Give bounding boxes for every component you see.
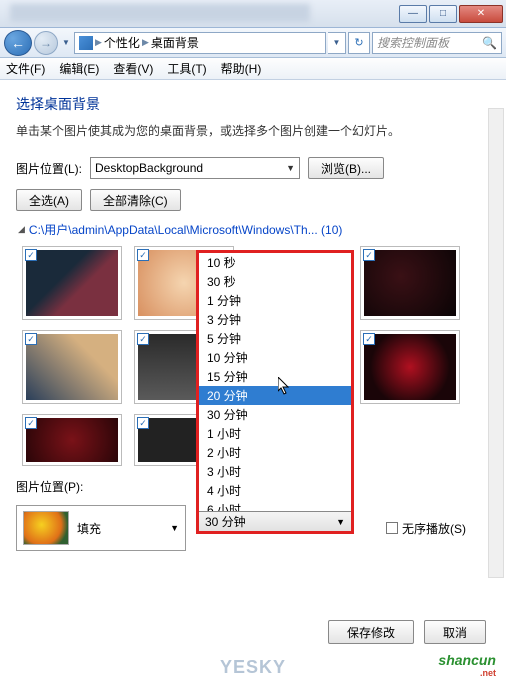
minimize-button[interactable]: — — [399, 5, 427, 23]
watermark: YESKY — [0, 657, 506, 678]
pic-location-combo[interactable]: DesktopBackground ▼ — [90, 157, 300, 179]
thumb-checkbox[interactable]: ✓ — [363, 249, 375, 261]
menu-tools[interactable]: 工具(T) — [167, 60, 206, 77]
pic-location-value: DesktopBackground — [95, 161, 203, 175]
interval-option[interactable]: 1 小时 — [199, 424, 351, 443]
menu-help[interactable]: 帮助(H) — [221, 60, 262, 77]
thumb-checkbox[interactable]: ✓ — [25, 417, 37, 429]
watermark-side-text: shancun — [438, 652, 496, 668]
navbar: ← → ▼ ▶ 个性化 ▶ 桌面背景 ▼ ↻ 搜索控制面板 🔍 — [0, 28, 506, 58]
interval-combo[interactable]: 30 分钟 ▼ — [199, 511, 351, 531]
thumb-image — [364, 334, 456, 400]
chevron-down-icon: ▼ — [170, 523, 179, 533]
search-icon: 🔍 — [482, 36, 497, 50]
thumb-checkbox[interactable]: ✓ — [25, 249, 37, 261]
thumb-checkbox[interactable]: ✓ — [25, 333, 37, 345]
breadcrumb[interactable]: ▶ 个性化 ▶ 桌面背景 — [74, 32, 326, 54]
interval-option[interactable]: 3 小时 — [199, 462, 351, 481]
interval-option[interactable]: 2 小时 — [199, 443, 351, 462]
select-all-button[interactable]: 全选(A) — [16, 189, 82, 211]
interval-option[interactable]: 4 小时 — [199, 481, 351, 500]
location-icon — [79, 36, 93, 50]
thumb-checkbox[interactable]: ✓ — [137, 333, 149, 345]
interval-option[interactable]: 30 秒 — [199, 272, 351, 291]
thumb-checkbox[interactable]: ✓ — [137, 417, 149, 429]
interval-current-value: 30 分钟 — [205, 513, 246, 530]
watermark-side: shancun .net — [438, 652, 496, 678]
search-placeholder: 搜索控制面板 — [377, 34, 449, 51]
interval-option[interactable]: 30 分钟 — [199, 405, 351, 424]
fill-preview-icon — [23, 511, 69, 545]
thumb-checkbox[interactable]: ✓ — [137, 249, 149, 261]
refresh-button[interactable]: ↻ — [348, 32, 370, 54]
thumb-image — [26, 418, 118, 462]
page-subtitle: 单击某个图片使其成为您的桌面背景，或选择多个图片创建一个幻灯片。 — [16, 122, 490, 139]
folder-path-text: C:\用户\admin\AppData\Local\Microsoft\Wind… — [29, 221, 342, 238]
interval-option[interactable]: 10 秒 — [199, 253, 351, 272]
interval-option[interactable]: 10 分钟 — [199, 348, 351, 367]
folder-path-link[interactable]: ◢ C:\用户\admin\AppData\Local\Microsoft\Wi… — [18, 221, 490, 238]
interval-option[interactable]: 6 小时 — [199, 500, 351, 511]
interval-option-list: 10 秒30 秒1 分钟3 分钟5 分钟10 分钟15 分钟20 分钟30 分钟… — [199, 253, 351, 511]
interval-option[interactable]: 3 分钟 — [199, 310, 351, 329]
interval-option[interactable]: 1 分钟 — [199, 291, 351, 310]
breadcrumb-item[interactable]: 桌面背景 — [151, 34, 199, 51]
footer: 保存修改 取消 — [328, 620, 486, 644]
wallpaper-thumb[interactable]: ✓ — [360, 246, 460, 320]
menu-edit[interactable]: 编辑(E) — [59, 60, 99, 77]
fill-mode-combo[interactable]: 填充 ▼ — [16, 505, 186, 551]
search-input[interactable]: 搜索控制面板 🔍 — [372, 32, 502, 54]
clear-all-button[interactable]: 全部清除(C) — [90, 189, 181, 211]
history-dropdown[interactable]: ▼ — [60, 38, 72, 47]
interval-option[interactable]: 5 分钟 — [199, 329, 351, 348]
titlebar-blur — [10, 4, 310, 22]
chevron-down-icon: ▼ — [336, 517, 345, 527]
chevron-down-icon: ▼ — [286, 163, 295, 173]
forward-button[interactable]: → — [34, 31, 58, 55]
cancel-button[interactable]: 取消 — [424, 620, 486, 644]
interval-option[interactable]: 20 分钟 — [199, 386, 351, 405]
wallpaper-thumb[interactable]: ✓ — [360, 330, 460, 404]
thumb-checkbox[interactable]: ✓ — [363, 333, 375, 345]
titlebar: — □ ✕ — [0, 0, 506, 28]
wallpaper-thumb[interactable]: ✓ — [22, 330, 122, 404]
page-title: 选择桌面背景 — [16, 94, 490, 114]
watermark-net: .net — [438, 668, 496, 678]
thumb-image — [364, 250, 456, 316]
interval-option[interactable]: 15 分钟 — [199, 367, 351, 386]
shuffle-checkbox[interactable] — [386, 522, 398, 534]
pic-location-label: 图片位置(L): — [16, 160, 82, 177]
save-button[interactable]: 保存修改 — [328, 620, 414, 644]
menu-view[interactable]: 查看(V) — [113, 60, 153, 77]
browse-button[interactable]: 浏览(B)... — [308, 157, 384, 179]
thumb-image — [26, 334, 118, 400]
chevron-right-icon: ▶ — [142, 37, 149, 48]
collapse-icon: ◢ — [18, 224, 25, 235]
interval-dropdown-open: 10 秒30 秒1 分钟3 分钟5 分钟10 分钟15 分钟20 分钟30 分钟… — [196, 250, 354, 534]
back-button[interactable]: ← — [4, 30, 32, 56]
breadcrumb-dropdown[interactable]: ▼ — [328, 32, 346, 54]
wallpaper-thumb[interactable]: ✓ — [22, 414, 122, 466]
close-button[interactable]: ✕ — [459, 5, 503, 23]
wallpaper-thumb[interactable]: ✓ — [22, 246, 122, 320]
menubar: 文件(F) 编辑(E) 查看(V) 工具(T) 帮助(H) — [0, 58, 506, 80]
breadcrumb-item[interactable]: 个性化 — [104, 34, 140, 51]
thumb-image — [26, 250, 118, 316]
chevron-right-icon: ▶ — [95, 37, 102, 48]
shuffle-label: 无序播放(S) — [402, 520, 466, 537]
maximize-button[interactable]: □ — [429, 5, 457, 23]
fill-mode-value: 填充 — [77, 520, 101, 537]
menu-file[interactable]: 文件(F) — [6, 60, 45, 77]
